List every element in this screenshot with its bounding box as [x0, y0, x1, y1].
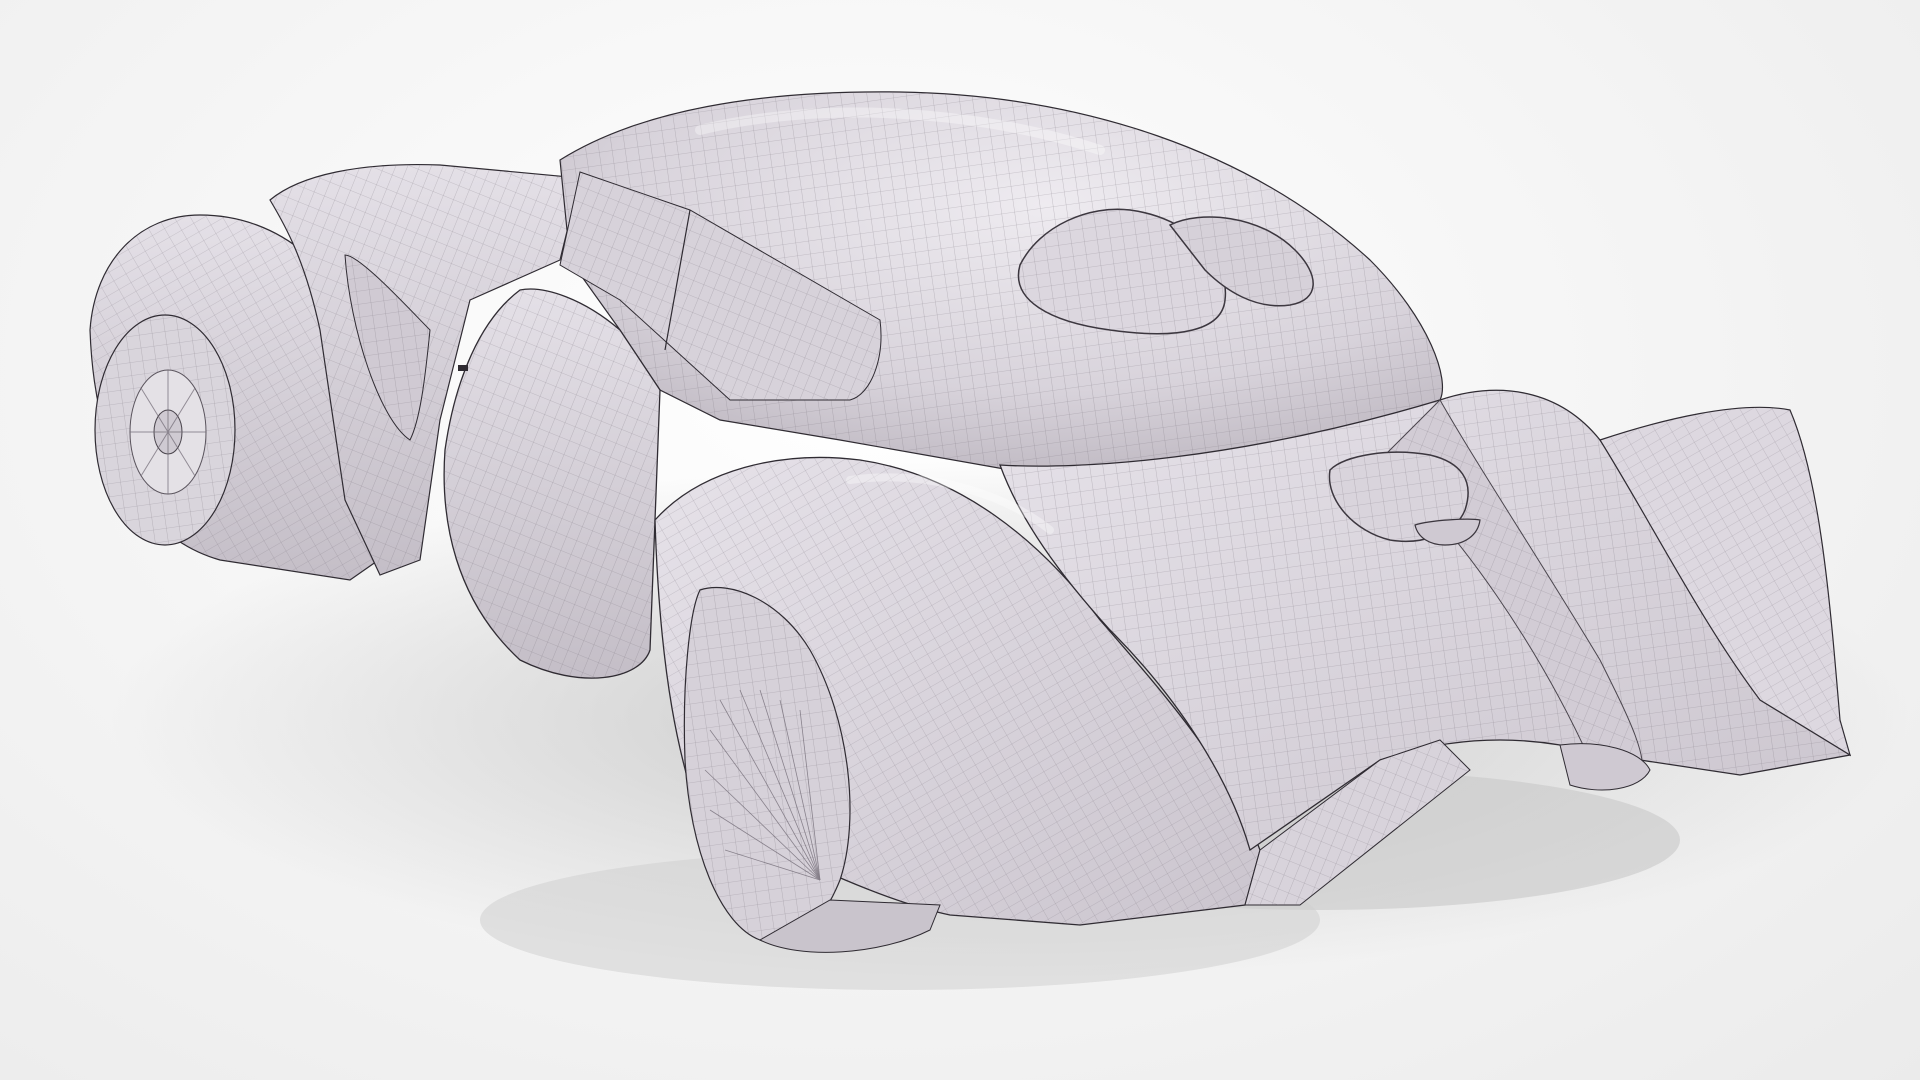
front-wheel: [94, 314, 236, 546]
car-render: [89, 91, 1910, 990]
render-viewport: [0, 0, 1920, 1080]
door-handle: [458, 365, 468, 371]
